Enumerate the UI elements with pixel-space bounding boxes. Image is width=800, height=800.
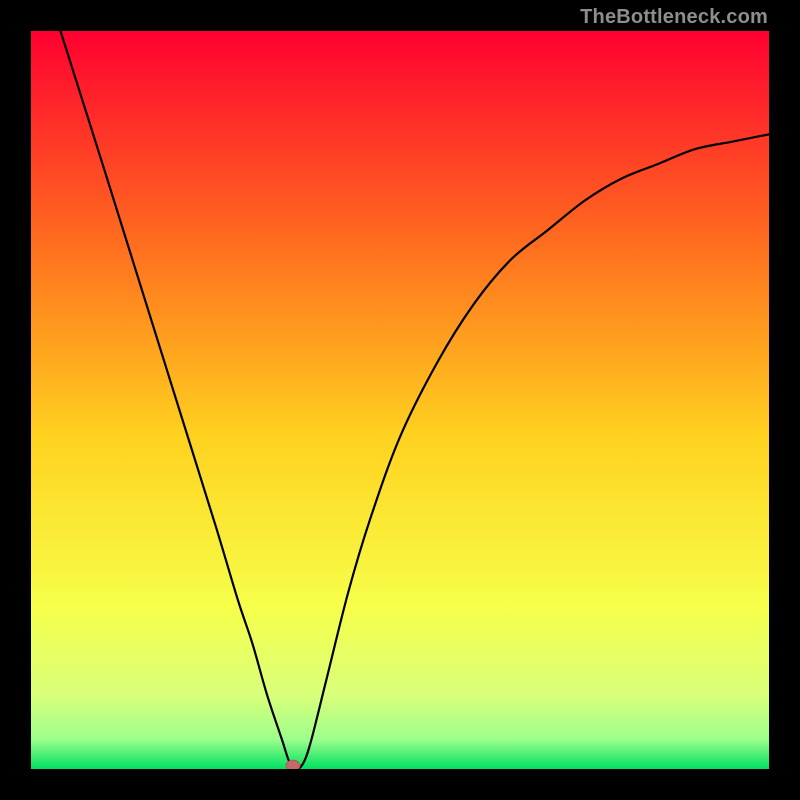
bottleneck-chart xyxy=(31,31,769,769)
optimal-marker xyxy=(286,760,300,769)
chart-frame: TheBottleneck.com xyxy=(0,0,800,800)
watermark-text: TheBottleneck.com xyxy=(580,6,768,29)
plot-area xyxy=(31,31,769,769)
gradient-background xyxy=(31,31,769,769)
